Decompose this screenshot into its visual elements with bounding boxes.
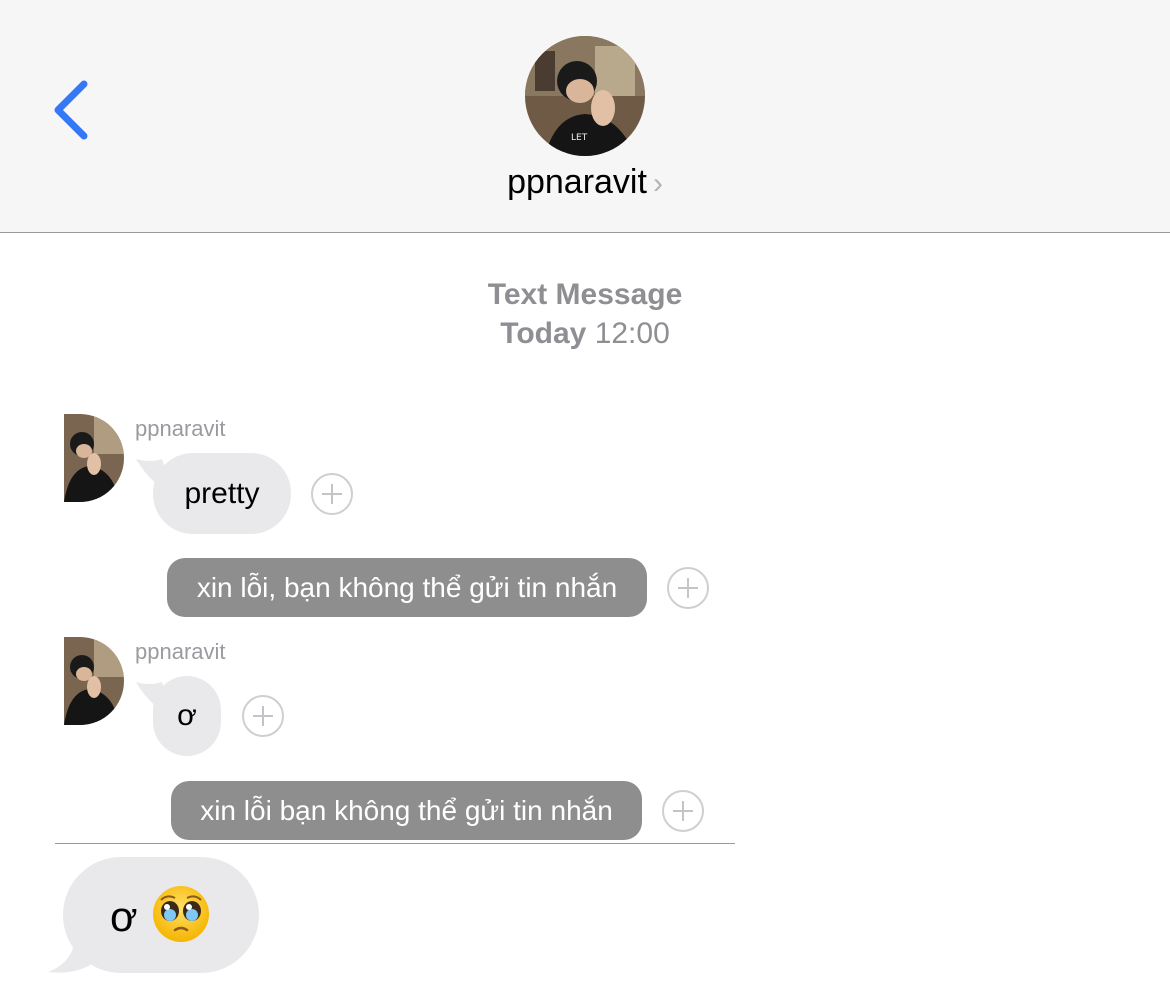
svg-text:LET: LET <box>571 133 588 143</box>
conversation-header: LET ppnaravit › <box>0 0 1170 233</box>
sender-avatar[interactable] <box>64 637 124 725</box>
message-text: ơ <box>110 893 138 940</box>
divider <box>55 843 735 844</box>
timestamp: Today 12:00 <box>0 317 1170 351</box>
sender-name: ppnaravit <box>135 416 226 441</box>
timestamp-day: Today <box>500 317 587 350</box>
pleading-face-emoji <box>153 886 209 942</box>
chevron-left-icon[interactable] <box>48 78 98 142</box>
message-bubble[interactable]: ơ <box>153 676 221 756</box>
timestamp-time: 12:00 <box>594 317 670 350</box>
add-reaction-button[interactable] <box>662 790 704 832</box>
message-bubble[interactable]: pretty <box>153 453 291 534</box>
sender-name: ppnaravit <box>135 639 226 664</box>
contact-avatar[interactable]: LET <box>525 36 645 156</box>
add-reaction-button[interactable] <box>311 473 353 515</box>
chevron-right-icon: › <box>652 167 663 200</box>
notice-bubble[interactable]: xin lỗi, bạn không thể gửi tin nhắn <box>167 558 647 617</box>
notice-bubble[interactable]: xin lỗi bạn không thể gửi tin nhắn <box>171 781 642 840</box>
sender-avatar[interactable] <box>64 414 124 502</box>
add-reaction-button[interactable] <box>667 567 709 609</box>
add-reaction-button[interactable] <box>242 695 284 737</box>
service-label: Text Message <box>487 278 683 311</box>
contact-name[interactable]: ppnaravit › <box>0 163 1170 202</box>
